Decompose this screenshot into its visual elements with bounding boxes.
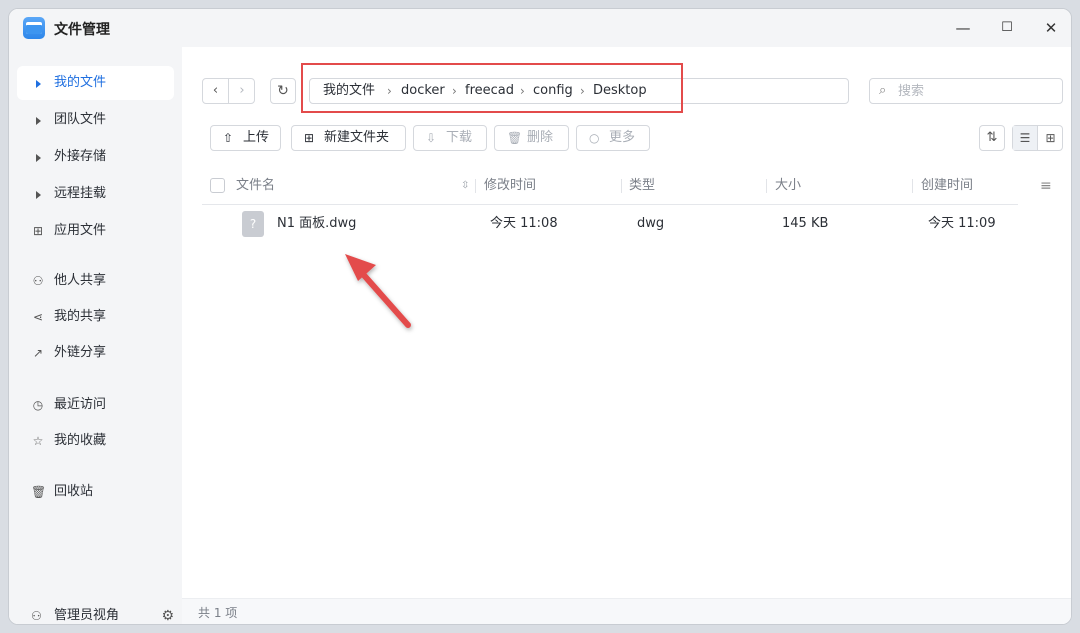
more-button[interactable]: ○ 更多	[576, 125, 650, 151]
share-icon: ⋖	[32, 310, 44, 324]
sidebar-item-external-links[interactable]: ↗ 外链分享	[17, 336, 174, 370]
table-row[interactable]: ? N1 面板.dwg 今天 11:08 dwg 145 KB 今天 11:09	[202, 205, 1018, 245]
search-box[interactable]: ⌕	[869, 78, 1063, 104]
item-count: 共 1 项	[198, 606, 238, 620]
sidebar-item-label: 最近访问	[54, 397, 107, 412]
upload-button[interactable]: ⇧ 上传	[210, 125, 281, 151]
caret-right-icon[interactable]	[31, 140, 45, 174]
sidebar-item-team-files[interactable]: 团队文件	[17, 103, 174, 137]
sidebar-item-label: 我的收藏	[54, 433, 107, 448]
upload-icon: ⇧	[223, 131, 234, 145]
unknown-file-icon: ?	[242, 211, 264, 237]
column-divider	[766, 179, 767, 193]
grid-icon: ⊞	[32, 224, 44, 238]
sort-arrows-icon[interactable]: ⇳	[461, 167, 469, 205]
delete-button[interactable]: 🗑 删除	[494, 125, 569, 151]
sidebar-item-recycle-bin[interactable]: 🗑 回收站	[17, 475, 174, 509]
column-settings-icon[interactable]: ≡	[1040, 178, 1052, 194]
minimize-button[interactable]: —	[951, 17, 975, 39]
file-type: dwg	[637, 216, 665, 231]
file-modified: 今天 11:08	[490, 216, 558, 231]
download-icon: ⇩	[426, 131, 437, 145]
folder-plus-icon: ⊞	[304, 131, 315, 145]
back-button[interactable]: ‹	[203, 79, 229, 103]
refresh-button[interactable]: ↻	[270, 78, 296, 104]
sidebar-item-my-files[interactable]: 我的文件	[17, 66, 174, 100]
header-modified[interactable]: 修改时间	[484, 167, 536, 205]
file-created: 今天 11:09	[928, 216, 996, 231]
sidebar-item-label: 远程挂载	[54, 186, 107, 201]
sidebar-item-label: 外接存储	[54, 149, 107, 164]
file-name[interactable]: N1 面板.dwg	[277, 205, 356, 243]
title-bar: 文件管理 — ☐ ✕	[9, 9, 1071, 47]
status-bar: 共 1 项	[182, 598, 1071, 624]
new-folder-label: 新建文件夹	[324, 130, 390, 145]
external-link-icon: ↗	[32, 346, 44, 360]
sidebar-item-app-files[interactable]: ⊞ 应用文件	[17, 214, 174, 248]
main-panel: ‹ › ↻ 我的文件 › docker › freecad › config ›…	[182, 47, 1071, 624]
gear-icon[interactable]: ⚙	[161, 599, 174, 624]
more-circle-icon: ○	[589, 131, 600, 145]
sidebar-item-recent[interactable]: ◷ 最近访问	[17, 388, 174, 422]
column-divider	[475, 179, 476, 193]
sidebar-item-label: 外链分享	[54, 345, 107, 360]
sidebar-item-external-storage[interactable]: 外接存储	[17, 140, 174, 174]
sidebar-item-remote-mount[interactable]: 远程挂载	[17, 177, 174, 211]
search-input[interactable]	[898, 82, 1048, 100]
sidebar-item-label: 他人共享	[54, 273, 107, 288]
caret-right-icon[interactable]	[31, 177, 45, 211]
sidebar-item-label: 我的共享	[54, 309, 107, 324]
column-divider	[912, 179, 913, 193]
header-name[interactable]: 文件名	[236, 167, 275, 205]
annotation-highlight-box	[301, 63, 683, 113]
delete-label: 删除	[527, 130, 554, 145]
file-manager-app-icon	[23, 17, 45, 39]
admin-user-icon: ⚇	[31, 609, 42, 623]
column-divider	[621, 179, 622, 193]
upload-label: 上传	[243, 130, 270, 145]
list-view-icon[interactable]: ☰	[1013, 126, 1038, 150]
sidebar: 我的文件 团队文件 外接存储 远程挂载 ⊞ 应用文件 ⚇ 他人共享 ⋖ 我的共享…	[9, 47, 182, 624]
admin-view-toggle[interactable]: ⚇ 管理员视角 ⚙	[17, 599, 174, 624]
users-icon: ⚇	[32, 274, 44, 288]
trash-icon: 🗑	[31, 485, 47, 499]
file-size: 145 KB	[782, 216, 829, 231]
header-type[interactable]: 类型	[629, 167, 655, 205]
maximize-button[interactable]: ☐	[995, 17, 1019, 39]
sidebar-item-favorites[interactable]: ☆ 我的收藏	[17, 424, 174, 458]
sidebar-item-label: 应用文件	[54, 223, 107, 238]
caret-right-icon[interactable]	[31, 66, 45, 100]
sort-button[interactable]: ⇅	[979, 125, 1005, 151]
grid-view-icon[interactable]: ⊞	[1038, 126, 1063, 150]
more-label: 更多	[609, 130, 636, 145]
admin-view-label: 管理员视角	[54, 608, 120, 623]
header-size[interactable]: 大小	[775, 167, 801, 205]
caret-right-icon[interactable]	[31, 103, 45, 137]
file-manager-window: 文件管理 — ☐ ✕ 我的文件 团队文件 外接存储 远程挂载 ⊞ 应用文件 ⚇ …	[8, 8, 1072, 625]
sidebar-item-label: 我的文件	[54, 75, 107, 90]
header-created[interactable]: 创建时间	[921, 167, 973, 205]
view-toggle: ☰ ⊞	[1012, 125, 1063, 151]
table-header: 文件名 ⇳ 修改时间 类型 大小 创建时间	[202, 167, 1018, 205]
search-icon: ⌕	[879, 83, 887, 98]
sidebar-item-shared-with-me[interactable]: ⚇ 他人共享	[17, 264, 174, 298]
sidebar-item-label: 团队文件	[54, 112, 107, 127]
close-button[interactable]: ✕	[1039, 17, 1063, 39]
download-button[interactable]: ⇩ 下载	[413, 125, 487, 151]
new-folder-button[interactable]: ⊞ 新建文件夹	[291, 125, 406, 151]
window-title: 文件管理	[54, 22, 110, 38]
clock-icon: ◷	[32, 398, 44, 412]
download-label: 下载	[446, 130, 473, 145]
history-nav: ‹ ›	[202, 78, 255, 104]
star-icon: ☆	[32, 434, 44, 448]
trash-icon: 🗑	[507, 131, 523, 145]
sidebar-item-label: 回收站	[54, 484, 94, 499]
forward-button[interactable]: ›	[229, 79, 255, 103]
select-all-checkbox[interactable]	[210, 178, 225, 193]
sidebar-item-my-shares[interactable]: ⋖ 我的共享	[17, 300, 174, 334]
